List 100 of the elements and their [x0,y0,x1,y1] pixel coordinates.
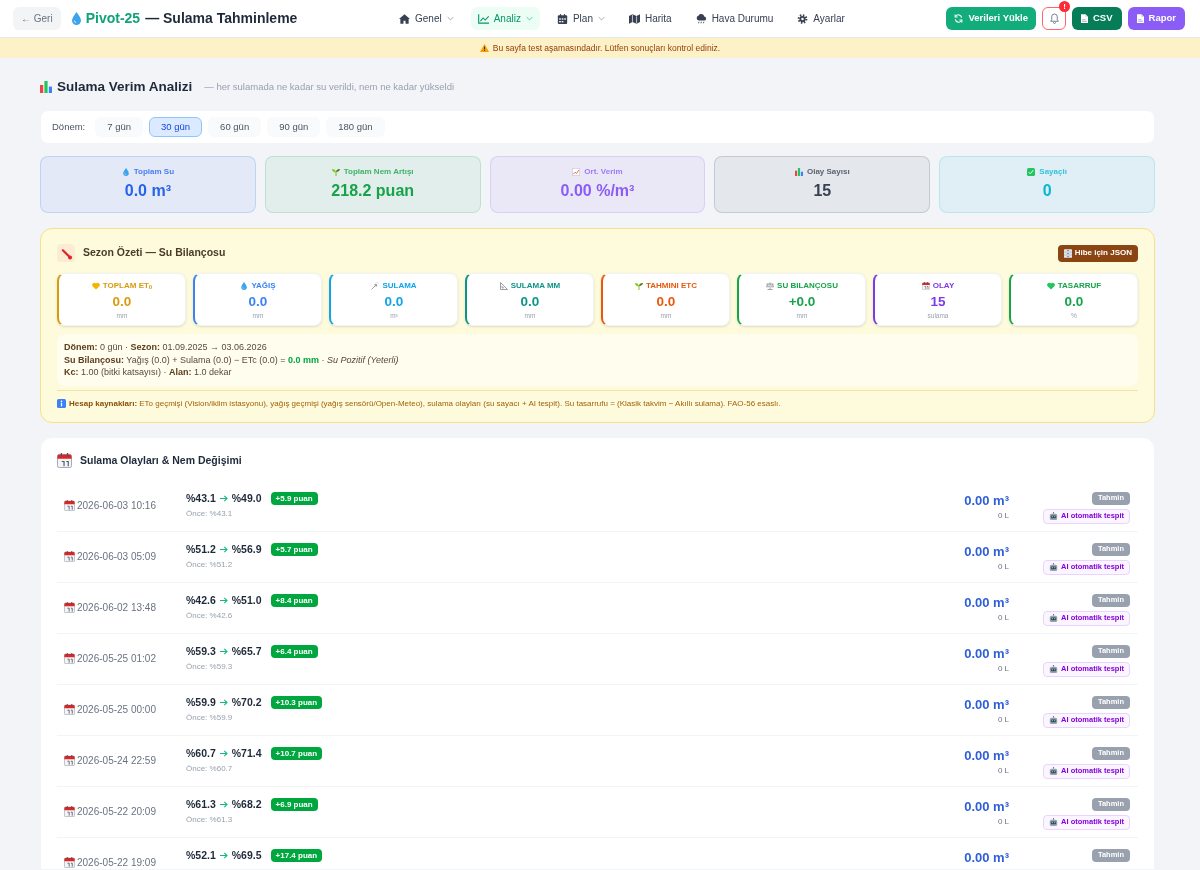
panel-title: Sezon Özeti — Su Bilançosu [83,245,226,261]
nav-tab[interactable]: Hava Durumu [688,7,781,30]
water-liters: 0 L [997,560,1009,572]
event-datetime: 2026-05-24 22:59 [77,754,156,768]
stat-label: Sayaçlı [1039,166,1067,178]
previous-moisture: Önce: %60.7 [186,762,233,775]
water-volume: 0.00 m³ [964,594,1009,611]
calendar-icon [64,755,75,766]
water-volume: 0.00 m³ [964,747,1009,764]
nav-tab[interactable]: Ayarlar [790,7,852,30]
moisture-before: %59.9 [186,694,216,710]
water-liters: 0 L [997,509,1009,521]
metric-label: SU BILANÇOSU [777,279,838,292]
metric-value: 0.0 [1064,293,1084,311]
water-volume: 0.00 m³ [964,543,1009,560]
arrow-right-icon [219,699,228,706]
event-datetime: 2026-05-22 19:09 [77,856,156,869]
arrow-right-icon [219,750,228,757]
nav-tab[interactable]: Plan [549,7,612,30]
line-chart-icon [477,13,489,24]
metric-value: 0.0 [248,293,268,311]
robot-icon [1049,818,1059,826]
period-option[interactable]: 7 gün [95,117,144,137]
metric-label: SULAMA [382,279,417,292]
nav-tab[interactable]: Genel [392,7,461,30]
notifications-button[interactable] [1042,7,1066,30]
moisture-after: %56.9 [231,541,262,557]
droplet-icon [121,168,130,176]
heart-icon [91,281,100,290]
stat-value: 218.2 puan [331,181,415,201]
period-option[interactable]: 180 gün [326,117,385,137]
arrow-right-icon [219,546,228,553]
moisture-change-badge: +6.4 puan [270,645,318,658]
water-liters: 0 L [997,815,1009,827]
document-icon [1081,14,1088,23]
droplet-icon [240,281,249,290]
panel-title: Sulama Olayları & Nem Değişimi [80,452,242,468]
metric-value: +0.0 [788,293,816,311]
arrow-right-icon [219,852,228,859]
moisture-before: %61.3 [186,796,216,812]
stat-value: 0.0 m³ [124,181,171,201]
moisture-before: %42.6 [186,592,216,608]
triangle-ruler-icon [499,281,508,290]
droplet-icon [71,12,81,25]
warning-icon [479,44,489,52]
sprout-icon [331,168,340,176]
page-title: — Sulama Tahminleme [145,9,298,28]
calendar-icon [921,281,930,290]
moisture-before: %51.2 [186,541,216,557]
metric-value: 0.0 [384,293,404,311]
metric-label: SULAMA MM [510,279,561,292]
moisture-after: %71.4 [231,745,262,761]
back-button[interactable]: ← Geri [13,7,61,30]
gear-icon [797,13,809,24]
robot-icon [1049,716,1059,724]
arrow-right-icon [219,801,228,808]
calendar-icon [64,806,75,817]
period-option[interactable]: 90 gün [267,117,321,137]
stat-value: 0.00 %/m³ [560,181,635,201]
metric-label: TASARRUF [1057,279,1102,292]
calendar-icon [64,602,75,613]
metric-value: 0.0 [112,293,132,311]
bar-chart-icon [794,168,803,176]
refresh-icon [954,14,964,23]
section-title: Sulama Verim Analizi [57,77,193,96]
report-button[interactable]: Rapor [1127,7,1185,30]
water-volume: 0.00 m³ [964,798,1009,815]
map-icon [628,13,640,24]
period-label: Dönem: [52,119,86,134]
water-volume: 0.00 m³ [964,492,1009,509]
nav-tab[interactable]: Analiz [470,7,540,30]
export-json-button[interactable]: Hibe için JSON [1057,244,1138,262]
period-summary: Dönem: 0 gün · Sezon: 01.09.2025 → 03.06.2026 [64,341,267,354]
metric-label: TAHMINI ETC [646,279,697,292]
stat-label: Ort. Verim [584,166,623,178]
period-option[interactable]: 60 gün [208,117,262,137]
arrow-right-icon [219,597,228,604]
check-box-icon [1027,168,1036,176]
moisture-change-badge: +5.7 puan [270,543,318,556]
period-option[interactable]: 30 gün [149,117,203,137]
sprout-icon [635,281,643,290]
document-icon [1136,14,1144,23]
warning-text: Bu sayfa test aşamasındadır. Lütfen sonuçları kontrol ediniz. [492,41,721,55]
stat-label: Toplam Nem Artışı [343,166,414,178]
moisture-after: %65.7 [231,643,262,659]
moisture-after: %51.0 [231,592,262,608]
previous-moisture: Önce: %59.3 [186,660,233,673]
metric-value: 0.0 [520,293,540,311]
event-datetime: 2026-06-02 13:48 [77,601,156,615]
nav-tab[interactable]: Harita [621,7,679,30]
water-liters: 0 L [997,713,1009,725]
stat-value: 0 [1042,181,1052,201]
csv-export-button[interactable]: CSV [1072,7,1122,30]
project-name: Pivot-25 [85,9,141,28]
previous-moisture: Önce: %59.9 [186,711,233,724]
previous-moisture: Önce: %51.2 [186,558,233,571]
moisture-change-badge: +10.7 puan [270,747,323,760]
notification-badge: ! [1059,1,1070,12]
crop-summary: Kc: 1.00 (bitki katsayısı) · Alan: 1.0 dekar [64,366,232,379]
robot-icon [1049,563,1059,571]
